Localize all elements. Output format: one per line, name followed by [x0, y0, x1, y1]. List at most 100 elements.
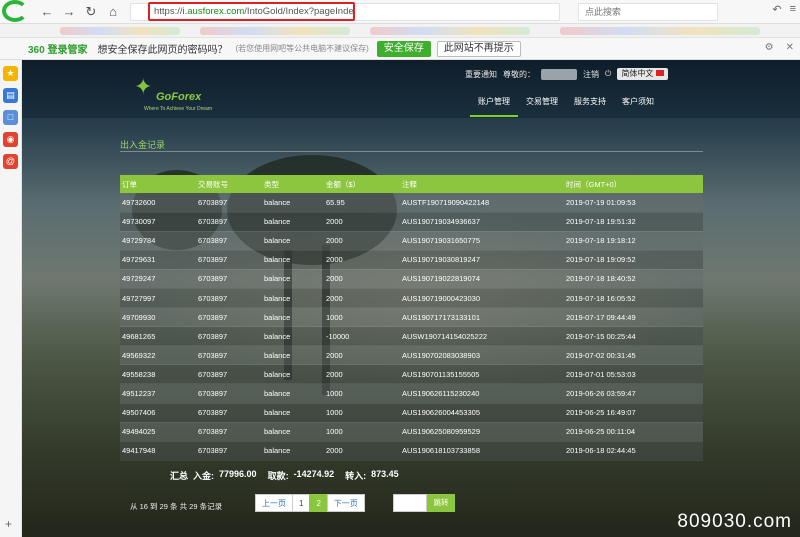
url-path: /IntoGold/Index?pageIndex=0 [244, 6, 354, 17]
bookmark-item[interactable] [370, 27, 530, 35]
table-row: 49729784 6703897 balance 2000 AUS19071903165… [120, 231, 703, 251]
table-cell: 2000 [324, 269, 400, 289]
table-cell: AUS190702083038903 [400, 345, 564, 366]
doc-icon[interactable]: □ [3, 110, 18, 125]
table-cell: AUS190618103733858 [400, 441, 564, 461]
next-page-button[interactable]: 下一页 [326, 494, 365, 512]
bookmark-item[interactable] [200, 27, 350, 35]
section-title: 出入金记录 [120, 140, 166, 150]
column-header: 注释 [400, 175, 564, 193]
address-url[interactable]: https://i.ausforex.com/IntoGold/Index?pa… [148, 2, 355, 21]
table-cell: 2019-06-18 02:44:45 [564, 441, 703, 461]
table-cell: 2000 [324, 250, 400, 270]
page-button-1[interactable]: 1 [292, 494, 311, 512]
table-cell: balance [262, 212, 324, 232]
jump-button[interactable]: 跳转 [427, 494, 455, 512]
table-cell: AUS190626115230240 [400, 383, 564, 404]
language-select[interactable]: 简体中文 [617, 68, 669, 80]
bookmark-item[interactable] [560, 27, 760, 35]
table-cell: 2019-07-15 00:25:44 [564, 326, 703, 347]
header-links: 重要通知 尊敬的： 注销 ⏻ 简体中文 [465, 68, 669, 80]
nav-account-management[interactable]: 账户管理 [470, 90, 518, 117]
table-cell: AUS190719031650775 [400, 231, 564, 251]
table-cell: 49569322 [120, 345, 196, 366]
table-cell: 6703897 [196, 193, 262, 213]
home-icon[interactable]: ⌂ [104, 3, 122, 21]
url-prefix: https://i. [154, 6, 188, 17]
table-cell: 49507406 [120, 403, 196, 423]
table-cell: 2019-07-17 09:44:49 [564, 307, 703, 328]
app-icon[interactable]: ▤ [3, 88, 18, 103]
notice-link[interactable]: 重要通知 [465, 69, 497, 80]
user-name-blurred [541, 68, 577, 80]
table-cell: 6703897 [196, 441, 262, 461]
prev-page-button[interactable]: 上一页 [255, 494, 293, 512]
deposit-label: 入金: [193, 471, 215, 481]
table-cell: balance [262, 403, 324, 423]
never-prompt-button[interactable]: 此网站不再提示 [436, 40, 521, 57]
power-icon[interactable]: ⏻ [605, 69, 611, 79]
table-cell: 49512237 [120, 383, 196, 404]
table-cell: balance [262, 345, 324, 366]
table-cell: balance [262, 231, 324, 251]
table-cell: 2000 [324, 345, 400, 366]
transfer-label: 转入: [345, 471, 367, 481]
table-cell: 49732600 [120, 193, 196, 213]
nav-customer-notice[interactable]: 客户须知 [614, 90, 662, 117]
table-cell: 1000 [324, 307, 400, 328]
table-cell: 6703897 [196, 403, 262, 423]
table-cell: 6703897 [196, 326, 262, 347]
table-cell: 2000 [324, 212, 400, 232]
search-input[interactable]: 点此搜索 [578, 3, 718, 21]
table-cell: 49709930 [120, 307, 196, 328]
weibo-icon[interactable]: ◉ [3, 132, 18, 147]
table-row: 49729631 6703897 balance 2000 AUS19071903081… [120, 250, 703, 270]
table-cell: balance [262, 383, 324, 404]
table-row: 49732600 6703897 balance 65.95 AUSTF19071909… [120, 193, 703, 213]
nav-service-support[interactable]: 服务支持 [566, 90, 614, 117]
table-row: 49681265 6703897 balance -10000 AUSW19071415… [120, 326, 703, 347]
add-icon[interactable]: + [5, 517, 12, 531]
transfer-value: 873.45 [371, 469, 399, 479]
table-cell: 6703897 [196, 345, 262, 366]
table-cell: 2019-06-26 03:59:47 [564, 383, 703, 404]
table-cell: 2000 [324, 288, 400, 309]
table-cell: 6703897 [196, 250, 262, 270]
save-password-button[interactable]: 安全保存 [376, 40, 431, 57]
table-cell: AUS190719030819247 [400, 250, 564, 270]
table-row: 49494025 6703897 balance 1000 AUS19062508095… [120, 422, 703, 442]
table-cell: 2019-07-18 19:51:32 [564, 212, 703, 232]
table-header-row: 订单 交易账号 类型 金额（$） 注释 时间（GMT+0） [120, 175, 703, 193]
table-cell: 2019-07-18 19:09:52 [564, 250, 703, 270]
table-cell: AUS190719034936637 [400, 212, 564, 232]
site-header: ✦ GoForex Where To Achieve Your Dream 重要… [22, 60, 800, 118]
section-divider [120, 151, 703, 152]
jump-page-input[interactable] [393, 494, 427, 512]
table-cell: 49729784 [120, 231, 196, 251]
table-cell: 2019-07-02 00:31:45 [564, 345, 703, 366]
table-row: 49417948 6703897 balance 2000 AUS19061810373… [120, 441, 703, 461]
watermark: 809030.com [677, 511, 792, 532]
menu-icon[interactable]: ≡ [790, 3, 796, 16]
table-cell: 2019-07-01 05:53:03 [564, 364, 703, 385]
nav-trade-management[interactable]: 交易管理 [518, 90, 566, 117]
close-icon[interactable]: ✕ [786, 42, 794, 53]
forward-icon[interactable]: → [60, 3, 78, 21]
table-cell: balance [262, 364, 324, 385]
table-cell: 49558238 [120, 364, 196, 385]
table-cell: 2019-06-25 16:49:07 [564, 403, 703, 423]
settings-icon[interactable]: ⚙ [765, 42, 774, 53]
page-button-2[interactable]: 2 [309, 494, 328, 512]
table-cell: 6703897 [196, 231, 262, 251]
favorites-icon[interactable]: ★ [3, 66, 18, 81]
undo-icon[interactable]: ↶ [772, 3, 781, 16]
back-icon[interactable]: ← [38, 3, 56, 21]
logout-link[interactable]: 注销 [583, 69, 599, 80]
table-cell: balance [262, 422, 324, 442]
bookmark-item[interactable] [60, 27, 180, 35]
table-cell: 1000 [324, 403, 400, 423]
reload-icon[interactable]: ↻ [82, 3, 100, 21]
mail-icon[interactable]: @ [3, 154, 18, 169]
site-logo[interactable]: ✦ GoForex Where To Achieve Your Dream [134, 74, 224, 114]
greeting-label: 尊敬的： [503, 69, 535, 79]
